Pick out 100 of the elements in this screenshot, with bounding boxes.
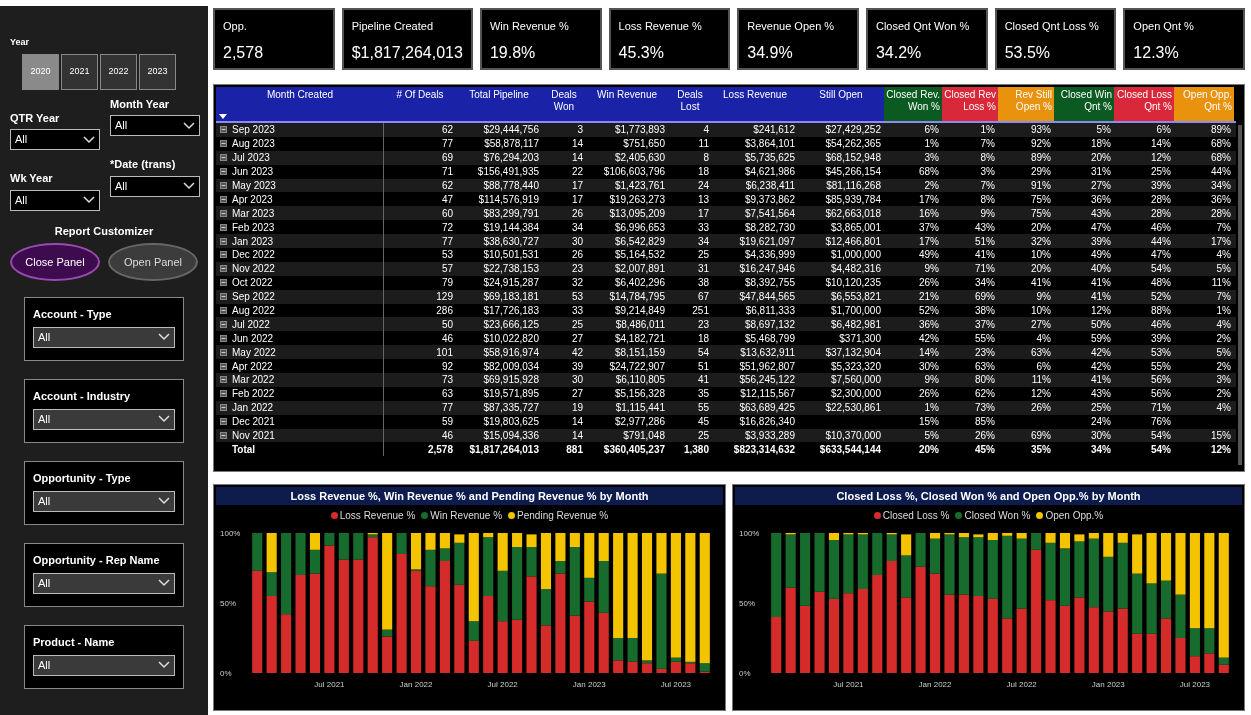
table-cell: 11% <box>1031 373 1051 387</box>
table-cell: $3,933,289 <box>744 429 795 443</box>
table-cell: 34 <box>697 234 709 248</box>
table-cell: 28% <box>1151 206 1171 220</box>
table-cell: 60 <box>441 206 453 220</box>
filter-label: QTR Year <box>10 110 61 126</box>
table-cell: 286 <box>436 304 453 317</box>
table-cell: 20% <box>1031 220 1051 234</box>
table-cell: 5% <box>1216 262 1231 276</box>
table-cell: 4% <box>1216 401 1231 415</box>
table-cell: 76% <box>1151 415 1171 429</box>
slicer-label: Opportunity - Type <box>33 471 132 486</box>
table-cell: 17 <box>571 179 583 192</box>
table-cell: 23 <box>571 262 583 276</box>
table-cell: 93% <box>1031 123 1051 137</box>
table-cell: Mar 2022 <box>232 373 275 387</box>
table-cell: 69 <box>441 151 453 165</box>
table-cell: Jun 2023 <box>232 165 274 179</box>
table-cell: 41% <box>1031 276 1051 290</box>
table-cell: $68,152,948 <box>825 151 881 165</box>
axis-label: Jul 2021 <box>314 680 345 689</box>
table-cell: $114,576,919 <box>478 192 539 206</box>
table-cell: $19,263,273 <box>609 192 665 206</box>
axis-label: Jan 2023 <box>572 680 606 689</box>
table-cell: 4% <box>1216 248 1231 262</box>
table-cell: 20% <box>1091 151 1111 165</box>
table-cell: 46% <box>1151 317 1171 331</box>
table-cell: $1,773,893 <box>614 123 665 137</box>
table-cell: $69,915,928 <box>483 373 539 387</box>
table-cell: $81,116,268 <box>826 179 881 192</box>
table-cell: $6,238,411 <box>745 179 795 192</box>
table-cell: 30% <box>1091 429 1111 443</box>
table-cell: 5% <box>924 429 939 443</box>
axis-label: Jul 2022 <box>1006 680 1037 689</box>
kpi-label: Closed Qnt Won % <box>875 19 971 34</box>
table-cell: $12,466,801 <box>825 234 881 248</box>
table-cell: 39% <box>1151 179 1171 192</box>
table-cell: 72 <box>441 220 453 234</box>
table-cell: 9% <box>1036 290 1051 304</box>
axis-label: 100% <box>220 529 241 538</box>
table-cell: 2% <box>1216 387 1231 401</box>
kpi-value: $1,817,264,013 <box>351 42 463 63</box>
table-cell: 251 <box>692 304 709 317</box>
table-cell: 41% <box>1091 290 1111 304</box>
kpi-value: 19.8% <box>489 42 537 63</box>
table-cell: Oct 2022 <box>232 276 273 290</box>
kpi-label: Open Qnt % <box>1133 19 1195 34</box>
table-cell: 6% <box>924 123 939 137</box>
table-cell: 12% <box>1091 304 1111 317</box>
table-cell: 73 <box>441 373 453 387</box>
table-cell: Jul 2023 <box>232 151 270 165</box>
table-cell: $791,048 <box>623 429 665 443</box>
legend-label: Closed Won % <box>964 509 1031 523</box>
table-cell: 24 <box>697 179 709 192</box>
total-cell: $360,405,237 <box>603 443 665 456</box>
table-cell: 31 <box>697 262 709 276</box>
table-cell: 33 <box>697 220 709 234</box>
table-cell: $14,784,795 <box>609 290 665 304</box>
table-cell: $6,996,653 <box>614 220 665 234</box>
table-cell: 62% <box>975 387 995 401</box>
table-cell: 9% <box>924 373 939 387</box>
axis-label: 0% <box>220 669 232 678</box>
table-cell: 3% <box>924 151 939 165</box>
kpi-label: Closed Qnt Loss % <box>1004 19 1100 34</box>
table-cell: 46 <box>441 331 453 345</box>
table-cell: 92 <box>441 359 453 373</box>
table-cell: $4,182,721 <box>614 331 665 345</box>
table-cell: $156,491,935 <box>477 165 539 179</box>
filter-label: *Date (trans) <box>110 157 177 172</box>
axis-label: Jan 2022 <box>399 680 433 689</box>
table-cell: $10,501,531 <box>483 248 539 262</box>
table-cell: $58,916,974 <box>483 345 539 359</box>
kpi-value: 2,578 <box>223 42 265 63</box>
table-cell: $10,022,820 <box>483 331 539 345</box>
table-cell: 57 <box>441 262 453 276</box>
table-cell: 12% <box>1151 151 1171 165</box>
table-cell: 34% <box>975 276 995 290</box>
table-cell: 37% <box>919 220 939 234</box>
total-cell: $1,817,264,013 <box>469 443 539 456</box>
table-cell: Nov 2022 <box>232 262 275 276</box>
table-cell: 32 <box>571 276 583 290</box>
legend-label: Closed Loss % <box>882 509 950 523</box>
table-cell: 39 <box>571 359 583 373</box>
table-cell: $37,132,904 <box>825 345 881 359</box>
table-cell: 69% <box>1031 429 1051 443</box>
table-cell: 8 <box>703 151 709 165</box>
table-cell: 4 <box>703 123 709 137</box>
table-cell: 7% <box>1216 290 1231 304</box>
table-cell: Nov 2021 <box>232 429 275 443</box>
table-cell: 5% <box>1216 345 1231 359</box>
table-cell: 44% <box>1211 165 1231 179</box>
table-cell: Jan 2022 <box>232 401 274 415</box>
table-cell: 25% <box>1151 165 1171 179</box>
table-cell: $3,864,101 <box>744 137 795 151</box>
table-cell: $63,689,425 <box>739 401 795 415</box>
total-cell: 2,578 <box>427 443 453 456</box>
table-cell: 29% <box>1031 165 1051 179</box>
table-cell: Sep 2022 <box>232 290 275 304</box>
table-cell: 41 <box>697 373 709 387</box>
table-cell: May 2022 <box>232 345 276 359</box>
